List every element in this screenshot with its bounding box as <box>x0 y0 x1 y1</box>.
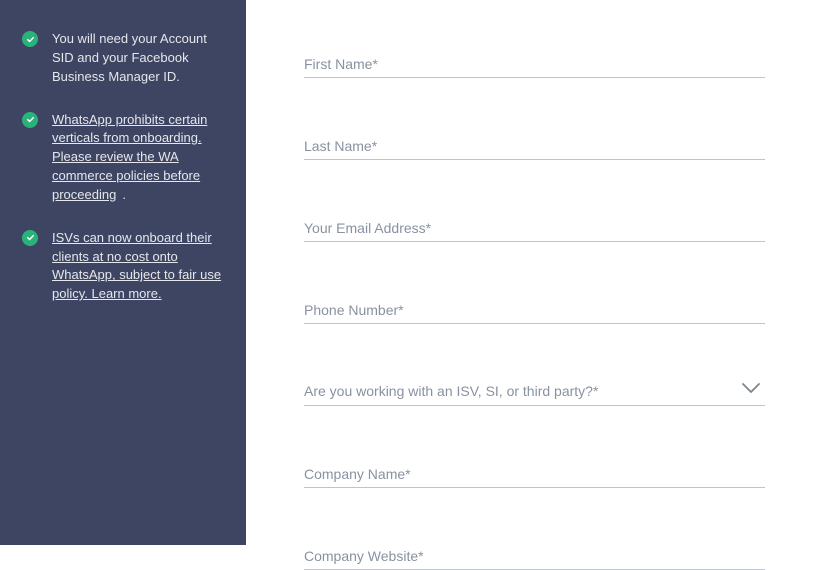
field-phone: Phone Number* <box>304 294 765 324</box>
field-company-name: Company Name* <box>304 458 765 488</box>
sidebar-item-whatsapp-verticals[interactable]: WhatsApp prohibits certain verticals fro… <box>22 111 228 205</box>
isv-select-label: Are you working with an ISV, SI, or thir… <box>304 383 741 405</box>
sidebar: You will need your Account SID and your … <box>0 0 246 545</box>
email-input[interactable] <box>304 212 765 242</box>
check-circle-icon <box>22 112 38 128</box>
field-email: Your Email Address* <box>304 212 765 242</box>
sidebar-item-text: You will need your Account SID and your … <box>52 30 228 87</box>
form-panel: First Name* Last Name* Your Email Addres… <box>246 0 821 545</box>
sidebar-item-text[interactable]: WhatsApp prohibits certain verticals fro… <box>52 112 207 202</box>
first-name-input[interactable] <box>304 48 765 78</box>
isv-select[interactable]: Are you working with an ISV, SI, or thir… <box>304 376 765 406</box>
last-name-input[interactable] <box>304 130 765 160</box>
sidebar-item-isvs[interactable]: ISVs can now onboard their clients at no… <box>22 229 228 304</box>
sidebar-item-text-wrap: WhatsApp prohibits certain verticals fro… <box>52 111 228 205</box>
field-first-name: First Name* <box>304 48 765 78</box>
field-last-name: Last Name* <box>304 130 765 160</box>
company-name-input[interactable] <box>304 458 765 488</box>
check-circle-icon <box>22 230 38 246</box>
sidebar-item-account-sid: You will need your Account SID and your … <box>22 30 228 87</box>
sidebar-item-text[interactable]: ISVs can now onboard their clients at no… <box>52 229 228 304</box>
chevron-down-icon <box>741 381 765 405</box>
field-isv-select: Are you working with an ISV, SI, or thir… <box>304 376 765 406</box>
phone-input[interactable] <box>304 294 765 324</box>
check-circle-icon <box>22 31 38 47</box>
trailing-dot: . <box>122 187 126 202</box>
